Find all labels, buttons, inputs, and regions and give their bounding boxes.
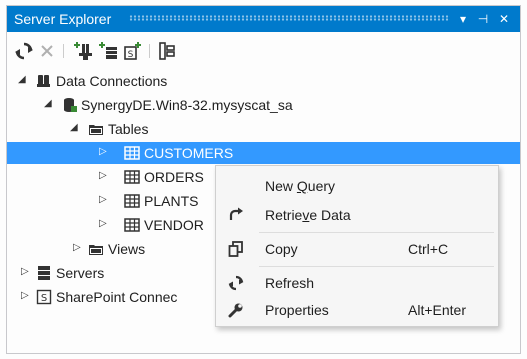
servers-icon — [36, 265, 52, 281]
retrieve-arrow-icon — [228, 207, 244, 223]
connect-server-button[interactable] — [98, 41, 118, 61]
menu-label: Refresh — [265, 275, 315, 291]
connect-server-icon — [99, 42, 117, 59]
sharepoint-icon: S — [36, 289, 52, 305]
expand-arrow-icon[interactable]: ▷ — [99, 218, 109, 230]
menu-item-retrieve-data[interactable]: Retrieve Data — [216, 202, 498, 228]
menu-separator — [259, 232, 494, 233]
refresh-icon — [15, 42, 33, 60]
tree-label: Data Connections — [56, 73, 168, 89]
menu-item-properties[interactable]: Properties Alt+Enter — [216, 297, 498, 323]
tree-node-connection[interactable]: ◢ SynergyDE.Win8-32.mysyscat_sa — [7, 94, 520, 116]
menu-shortcut: Ctrl+C — [408, 241, 449, 257]
connect-database-button[interactable] — [73, 41, 93, 61]
stop-button[interactable] — [37, 41, 57, 61]
filter-button[interactable] — [157, 41, 177, 61]
accelerator: v — [302, 207, 310, 223]
close-icon[interactable]: ✕ — [496, 10, 512, 28]
table-icon — [124, 145, 140, 161]
svg-text:S: S — [41, 293, 47, 304]
tree-node-data-connections[interactable]: ◢ Data Connections — [7, 70, 520, 92]
tree-label: SharePoint Connec — [56, 289, 178, 305]
expand-arrow-icon[interactable]: ▷ — [21, 290, 31, 302]
data-connections-icon — [36, 73, 52, 89]
connect-database-icon — [74, 42, 92, 60]
expand-arrow-icon[interactable]: ▷ — [73, 242, 83, 254]
folder-icon — [88, 121, 104, 137]
table-icon — [124, 193, 140, 209]
connect-sharepoint-icon: S — [124, 42, 141, 60]
collapse-arrow-icon[interactable]: ◢ — [70, 122, 80, 134]
menu-item-refresh[interactable]: Refresh — [216, 270, 498, 296]
tree-label: SynergyDE.Win8-32.mysyscat_sa — [81, 97, 293, 113]
toolbar-separator — [63, 44, 64, 58]
tree-label: Servers — [56, 265, 105, 281]
server-explorer-window: Server Explorer ▾ ⊣ ✕ S ◢ Data Connectio… — [6, 5, 521, 354]
folder-icon — [88, 241, 104, 257]
menu-separator — [259, 266, 494, 267]
context-menu: New Query Retrieve Data Copy Ctrl+C Refr… — [215, 165, 499, 327]
refresh-icon — [228, 275, 244, 291]
wrench-icon — [228, 302, 244, 318]
expand-arrow-icon[interactable]: ▷ — [99, 194, 109, 206]
connect-sharepoint-button[interactable]: S — [123, 41, 143, 61]
toolbar: S — [7, 32, 520, 68]
filter-icon — [159, 42, 175, 60]
tree-node-tables[interactable]: ◢ Tables — [7, 118, 520, 140]
menu-label: New Query — [265, 178, 336, 194]
menu-label: Retrieve Data — [265, 207, 351, 223]
tree-label: ORDERS — [144, 169, 204, 185]
tree-node-customers[interactable]: ▷ CUSTOMERS — [7, 142, 520, 164]
collapse-arrow-icon[interactable]: ◢ — [18, 74, 28, 86]
tree-label: PLANTS — [144, 193, 199, 209]
title-bar: Server Explorer ▾ ⊣ ✕ — [7, 6, 520, 32]
menu-shortcut: Alt+Enter — [408, 302, 466, 318]
toolbar-separator — [149, 44, 150, 58]
stop-icon — [41, 45, 53, 57]
pin-icon[interactable]: ⊣ — [475, 10, 491, 28]
tree-label: VENDOR — [144, 217, 204, 233]
expand-arrow-icon[interactable]: ▷ — [99, 146, 109, 158]
svg-text:S: S — [128, 50, 134, 60]
window-dropdown-icon[interactable]: ▾ — [455, 10, 471, 28]
expand-arrow-icon[interactable]: ▷ — [99, 170, 109, 182]
tree-label: Tables — [108, 121, 149, 137]
collapse-arrow-icon[interactable]: ◢ — [44, 98, 54, 110]
window-title: Server Explorer — [14, 11, 112, 27]
copy-icon — [228, 241, 244, 257]
title-grip[interactable] — [129, 15, 450, 21]
table-icon — [124, 169, 140, 185]
table-icon — [124, 217, 140, 233]
accelerator: Q — [296, 178, 308, 194]
database-connection-icon — [62, 97, 78, 113]
menu-item-copy[interactable]: Copy Ctrl+C — [216, 236, 498, 262]
menu-label: Properties — [265, 302, 329, 318]
menu-item-new-query[interactable]: New Query — [216, 173, 498, 199]
expand-arrow-icon[interactable]: ▷ — [21, 266, 31, 278]
tree-label: CUSTOMERS — [144, 145, 234, 161]
refresh-button[interactable] — [14, 41, 34, 61]
tree-label: Views — [108, 241, 146, 257]
menu-label: Copy — [265, 241, 298, 257]
